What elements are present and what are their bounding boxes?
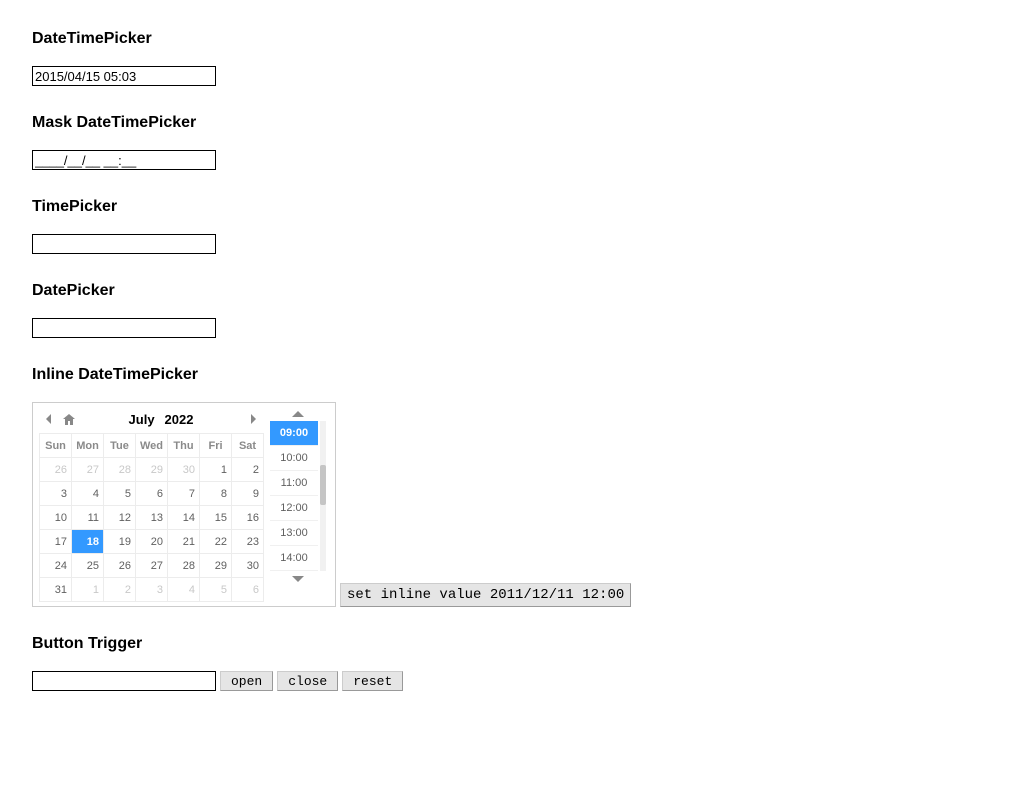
calendar-day-cell[interactable]: 31 — [40, 578, 72, 602]
chevron-left-icon — [45, 414, 53, 424]
calendar-day-cell[interactable]: 20 — [136, 530, 168, 554]
time-option[interactable]: 10:00 — [270, 446, 318, 471]
time-column: 09:0010:0011:0012:0013:0014:00 — [269, 405, 327, 602]
time-option[interactable]: 11:00 — [270, 471, 318, 496]
time-option[interactable]: 09:00 — [270, 421, 318, 446]
calendar-dow-header: Thu — [168, 434, 200, 458]
calendar-day-cell[interactable]: 18 — [72, 530, 104, 554]
today-button[interactable] — [59, 409, 79, 429]
calendar-day-cell[interactable]: 16 — [232, 506, 264, 530]
calendar-day-cell[interactable]: 29 — [200, 554, 232, 578]
section-trigger: Button Trigger open close reset — [32, 635, 992, 691]
calendar-day-cell[interactable]: 13 — [136, 506, 168, 530]
calendar-day-cell[interactable]: 19 — [104, 530, 136, 554]
calendar: July 2022 SunMonTueWedThuFriSat 26272829… — [39, 405, 263, 602]
calendar-day-cell[interactable]: 2 — [104, 578, 136, 602]
section-timepicker: TimePicker — [32, 198, 992, 254]
calendar-dow-header: Mon — [72, 434, 104, 458]
calendar-day-cell[interactable]: 4 — [168, 578, 200, 602]
open-button[interactable]: open — [220, 671, 273, 691]
calendar-day-cell[interactable]: 26 — [104, 554, 136, 578]
time-scroll-up-button[interactable] — [270, 405, 326, 421]
prev-month-button[interactable] — [39, 409, 59, 429]
calendar-day-cell[interactable]: 28 — [168, 554, 200, 578]
time-option[interactable]: 13:00 — [270, 521, 318, 546]
calendar-day-cell[interactable]: 11 — [72, 506, 104, 530]
section-datepicker: DatePicker — [32, 282, 992, 338]
time-option[interactable]: 12:00 — [270, 496, 318, 521]
heading-datepicker: DatePicker — [32, 282, 992, 300]
timepicker-input[interactable] — [32, 234, 216, 254]
calendar-day-cell[interactable]: 22 — [200, 530, 232, 554]
month-year-label: July 2022 — [129, 412, 194, 427]
calendar-day-cell[interactable]: 6 — [136, 482, 168, 506]
calendar-day-cell[interactable]: 25 — [72, 554, 104, 578]
calendar-day-cell[interactable]: 1 — [200, 458, 232, 482]
calendar-dow-header: Tue — [104, 434, 136, 458]
calendar-day-cell[interactable]: 4 — [72, 482, 104, 506]
calendar-day-cell[interactable]: 24 — [40, 554, 72, 578]
datepicker-input[interactable] — [32, 318, 216, 338]
calendar-dow-header: Sat — [232, 434, 264, 458]
close-button[interactable]: close — [277, 671, 338, 691]
calendar-day-cell[interactable]: 29 — [136, 458, 168, 482]
chevron-down-icon — [292, 576, 304, 583]
calendar-day-cell[interactable]: 7 — [168, 482, 200, 506]
calendar-day-cell[interactable]: 5 — [200, 578, 232, 602]
calendar-day-cell[interactable]: 5 — [104, 482, 136, 506]
calendar-day-cell[interactable]: 27 — [72, 458, 104, 482]
calendar-day-cell[interactable]: 27 — [136, 554, 168, 578]
calendar-day-cell[interactable]: 30 — [232, 554, 264, 578]
calendar-day-cell[interactable]: 10 — [40, 506, 72, 530]
set-inline-value-button[interactable]: set inline value 2011/12/11 12:00 — [340, 583, 631, 607]
calendar-grid: SunMonTueWedThuFriSat 262728293012345678… — [39, 433, 264, 602]
home-icon — [63, 414, 75, 425]
chevron-right-icon — [249, 414, 257, 424]
calendar-day-cell[interactable]: 26 — [40, 458, 72, 482]
calendar-day-cell[interactable]: 21 — [168, 530, 200, 554]
inline-datetimepicker: July 2022 SunMonTueWedThuFriSat 26272829… — [32, 402, 336, 607]
calendar-day-cell[interactable]: 2 — [232, 458, 264, 482]
time-scroll-down-button[interactable] — [270, 571, 326, 587]
time-scrollbar-thumb[interactable] — [320, 465, 326, 505]
calendar-day-cell[interactable]: 9 — [232, 482, 264, 506]
heading-timepicker: TimePicker — [32, 198, 992, 216]
calendar-header: July 2022 — [39, 405, 263, 433]
calendar-day-cell[interactable]: 17 — [40, 530, 72, 554]
heading-mask: Mask DateTimePicker — [32, 114, 992, 132]
calendar-day-cell[interactable]: 14 — [168, 506, 200, 530]
time-list: 09:0010:0011:0012:0013:0014:00 — [270, 421, 318, 571]
datetimepicker-input[interactable] — [32, 66, 216, 86]
mask-input[interactable] — [32, 150, 216, 170]
heading-inline: Inline DateTimePicker — [32, 366, 992, 384]
calendar-day-cell[interactable]: 30 — [168, 458, 200, 482]
calendar-day-cell[interactable]: 23 — [232, 530, 264, 554]
calendar-dow-header: Wed — [136, 434, 168, 458]
time-scrollbar[interactable] — [320, 421, 326, 571]
year-label[interactable]: 2022 — [165, 412, 194, 427]
calendar-dow-header: Sun — [40, 434, 72, 458]
calendar-day-cell[interactable]: 12 — [104, 506, 136, 530]
calendar-day-cell[interactable]: 15 — [200, 506, 232, 530]
time-option[interactable]: 14:00 — [270, 546, 318, 571]
calendar-day-cell[interactable]: 28 — [104, 458, 136, 482]
calendar-day-cell[interactable]: 3 — [40, 482, 72, 506]
section-mask: Mask DateTimePicker — [32, 114, 992, 170]
calendar-dow-header: Fri — [200, 434, 232, 458]
calendar-day-cell[interactable]: 1 — [72, 578, 104, 602]
next-month-button[interactable] — [243, 409, 263, 429]
calendar-day-cell[interactable]: 3 — [136, 578, 168, 602]
heading-datetimepicker: DateTimePicker — [32, 30, 992, 48]
calendar-day-cell[interactable]: 6 — [232, 578, 264, 602]
heading-trigger: Button Trigger — [32, 635, 992, 653]
chevron-up-icon — [292, 410, 304, 417]
trigger-input[interactable] — [32, 671, 216, 691]
section-inline: Inline DateTimePicker July 2022 — [32, 366, 992, 607]
section-datetimepicker: DateTimePicker — [32, 30, 992, 86]
calendar-day-cell[interactable]: 8 — [200, 482, 232, 506]
month-label[interactable]: July — [129, 412, 155, 427]
reset-button[interactable]: reset — [342, 671, 403, 691]
